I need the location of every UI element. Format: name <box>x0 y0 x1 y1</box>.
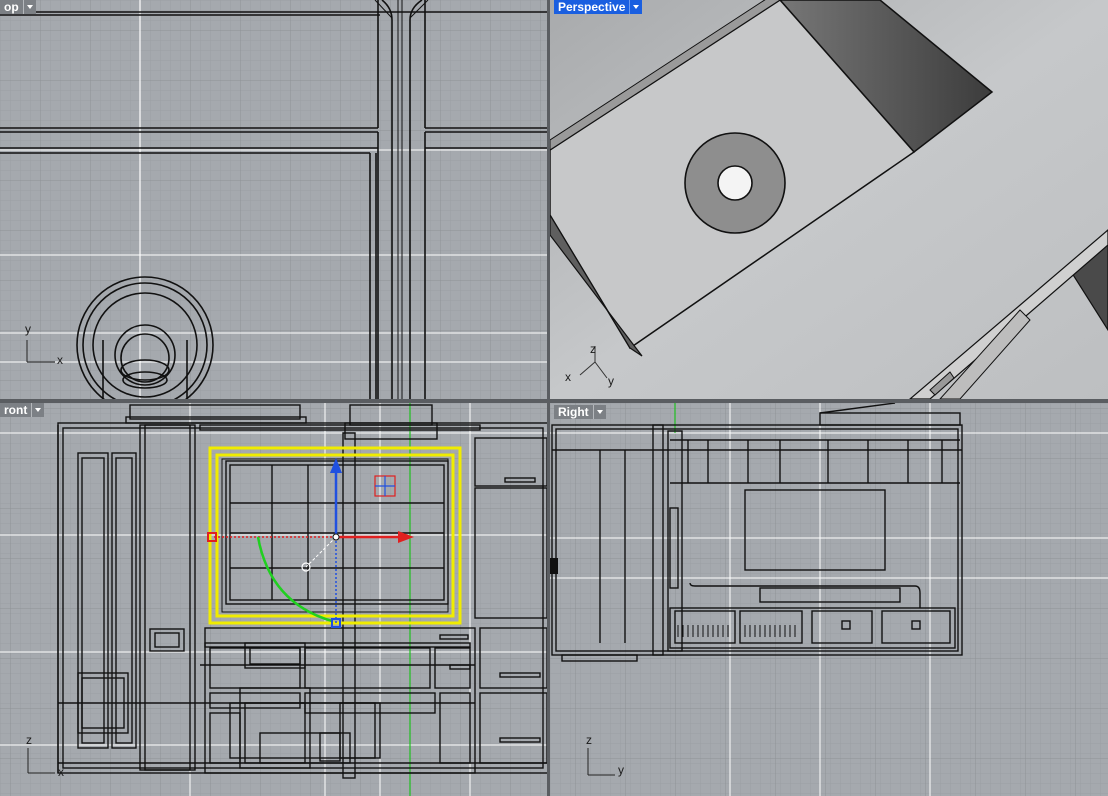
viewport-splitter-horizontal[interactable] <box>0 399 1108 403</box>
chevron-down-icon[interactable] <box>629 0 643 14</box>
front-axis-x-label: x <box>58 765 64 779</box>
tab-front-viewport[interactable]: ront <box>0 403 45 417</box>
tab-perspective-viewport[interactable]: Perspective <box>554 0 643 14</box>
chevron-down-icon[interactable] <box>31 403 45 417</box>
top-viewport[interactable]: y x op <box>0 0 547 399</box>
right-viewport-canvas <box>550 403 1108 796</box>
front-viewport-canvas <box>0 403 547 796</box>
top-viewport-label[interactable]: op <box>0 0 23 14</box>
chevron-down-icon[interactable] <box>592 405 606 419</box>
right-viewport[interactable]: z y Right <box>550 403 1108 796</box>
perspective-axis-z-label: z <box>590 342 596 356</box>
top-axis-y-label: y <box>25 322 31 336</box>
perspective-viewport-canvas <box>550 0 1108 399</box>
viewport-splitter-vertical[interactable] <box>547 0 550 796</box>
tab-right-viewport[interactable]: Right <box>554 405 606 419</box>
top-viewport-canvas <box>0 0 547 399</box>
front-axis-z-label: z <box>26 733 32 747</box>
perspective-axis-x-label: x <box>565 370 571 384</box>
perspective-viewport[interactable]: z x y Perspective <box>550 0 1108 399</box>
chevron-down-icon[interactable] <box>22 0 36 14</box>
front-viewport-label[interactable]: ront <box>0 403 32 417</box>
right-viewport-label[interactable]: Right <box>554 405 593 419</box>
right-axis-y-label: y <box>618 763 624 777</box>
top-axis-x-label: x <box>57 353 63 367</box>
perspective-axis-y-label: y <box>608 374 614 388</box>
front-viewport[interactable]: z x ront <box>0 403 547 796</box>
perspective-viewport-label[interactable]: Perspective <box>554 0 630 14</box>
tab-top-viewport[interactable]: op <box>0 0 36 14</box>
right-axis-z-label: z <box>586 733 592 747</box>
